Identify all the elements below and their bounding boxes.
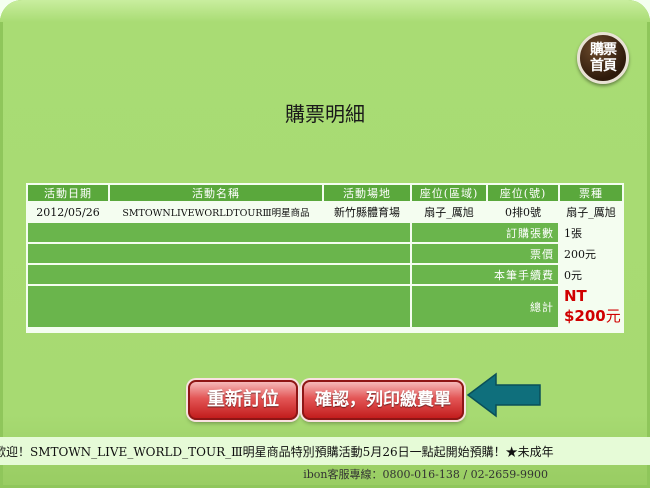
cell-seat-number: 0排0號	[488, 203, 558, 221]
summary-spacer	[28, 286, 410, 327]
home-button[interactable]: 購票 首頁	[577, 32, 629, 84]
col-header-seat-area: 座位(區域)	[412, 185, 486, 201]
customer-service-hotline: ibon客服專線：0800-016-138 / 02-2659-9900	[303, 468, 548, 481]
summary-spacer	[28, 223, 410, 242]
summary-label-total: 總計	[412, 286, 558, 327]
summary-value-quantity: 1張	[560, 223, 622, 242]
summary-value-total: NT $200元	[560, 286, 622, 327]
frame-top-bevel	[0, 0, 650, 22]
summary-spacer	[28, 244, 410, 263]
summary-label-quantity: 訂購張數	[412, 223, 558, 242]
table-header-row: 活動日期 活動名稱 活動場地 座位(區域) 座位(號) 票種	[28, 185, 622, 201]
summary-row-price: 票價 200元	[28, 244, 622, 263]
summary-row-total: 總計 NT $200元	[28, 286, 622, 327]
col-header-event-name: 活動名稱	[110, 185, 322, 201]
table-row: 2012/05/26 SMTOWNLIVEWORLDTOURⅢ明星商品 新竹縣體…	[28, 203, 622, 221]
summary-row-quantity: 訂購張數 1張	[28, 223, 622, 242]
summary-value-price: 200元	[560, 244, 622, 263]
cell-event-name: SMTOWNLIVEWORLDTOURⅢ明星商品	[110, 203, 322, 221]
col-header-ticket-type: 票種	[560, 185, 622, 201]
summary-value-fee: 0元	[560, 265, 622, 284]
summary-spacer	[28, 265, 410, 284]
total-unit: 元	[605, 307, 621, 325]
col-header-date: 活動日期	[28, 185, 108, 201]
cell-seat-area: 扇子_厲旭	[412, 203, 486, 221]
cell-venue: 新竹縣體育場	[324, 203, 410, 221]
page-title: 購票明細	[285, 102, 365, 126]
summary-label-price: 票價	[412, 244, 558, 263]
cell-date: 2012/05/26	[28, 203, 108, 221]
order-detail-table: 活動日期 活動名稱 活動場地 座位(區域) 座位(號) 票種 2012/05/2…	[26, 183, 624, 333]
summary-label-fee: 本筆手續費	[412, 265, 558, 284]
marquee-text: 歡迎！SMTOWN_LIVE_WORLD_TOUR_Ⅲ明星商品特別預購活動5月2…	[0, 445, 554, 459]
summary-row-fee: 本筆手續費 0元	[28, 265, 622, 284]
rebook-button[interactable]: 重新訂位	[188, 380, 298, 420]
left-arrow-icon	[466, 372, 541, 418]
total-amount: NT $200元	[564, 287, 621, 325]
col-header-seat-number: 座位(號)	[488, 185, 558, 201]
col-header-venue: 活動場地	[324, 185, 410, 201]
cell-ticket-type: 扇子_厲旭	[560, 203, 622, 221]
confirm-print-button[interactable]: 確認，列印繳費單	[302, 380, 464, 420]
announcement-marquee: 歡迎！SMTOWN_LIVE_WORLD_TOUR_Ⅲ明星商品特別預購活動5月2…	[0, 437, 650, 465]
